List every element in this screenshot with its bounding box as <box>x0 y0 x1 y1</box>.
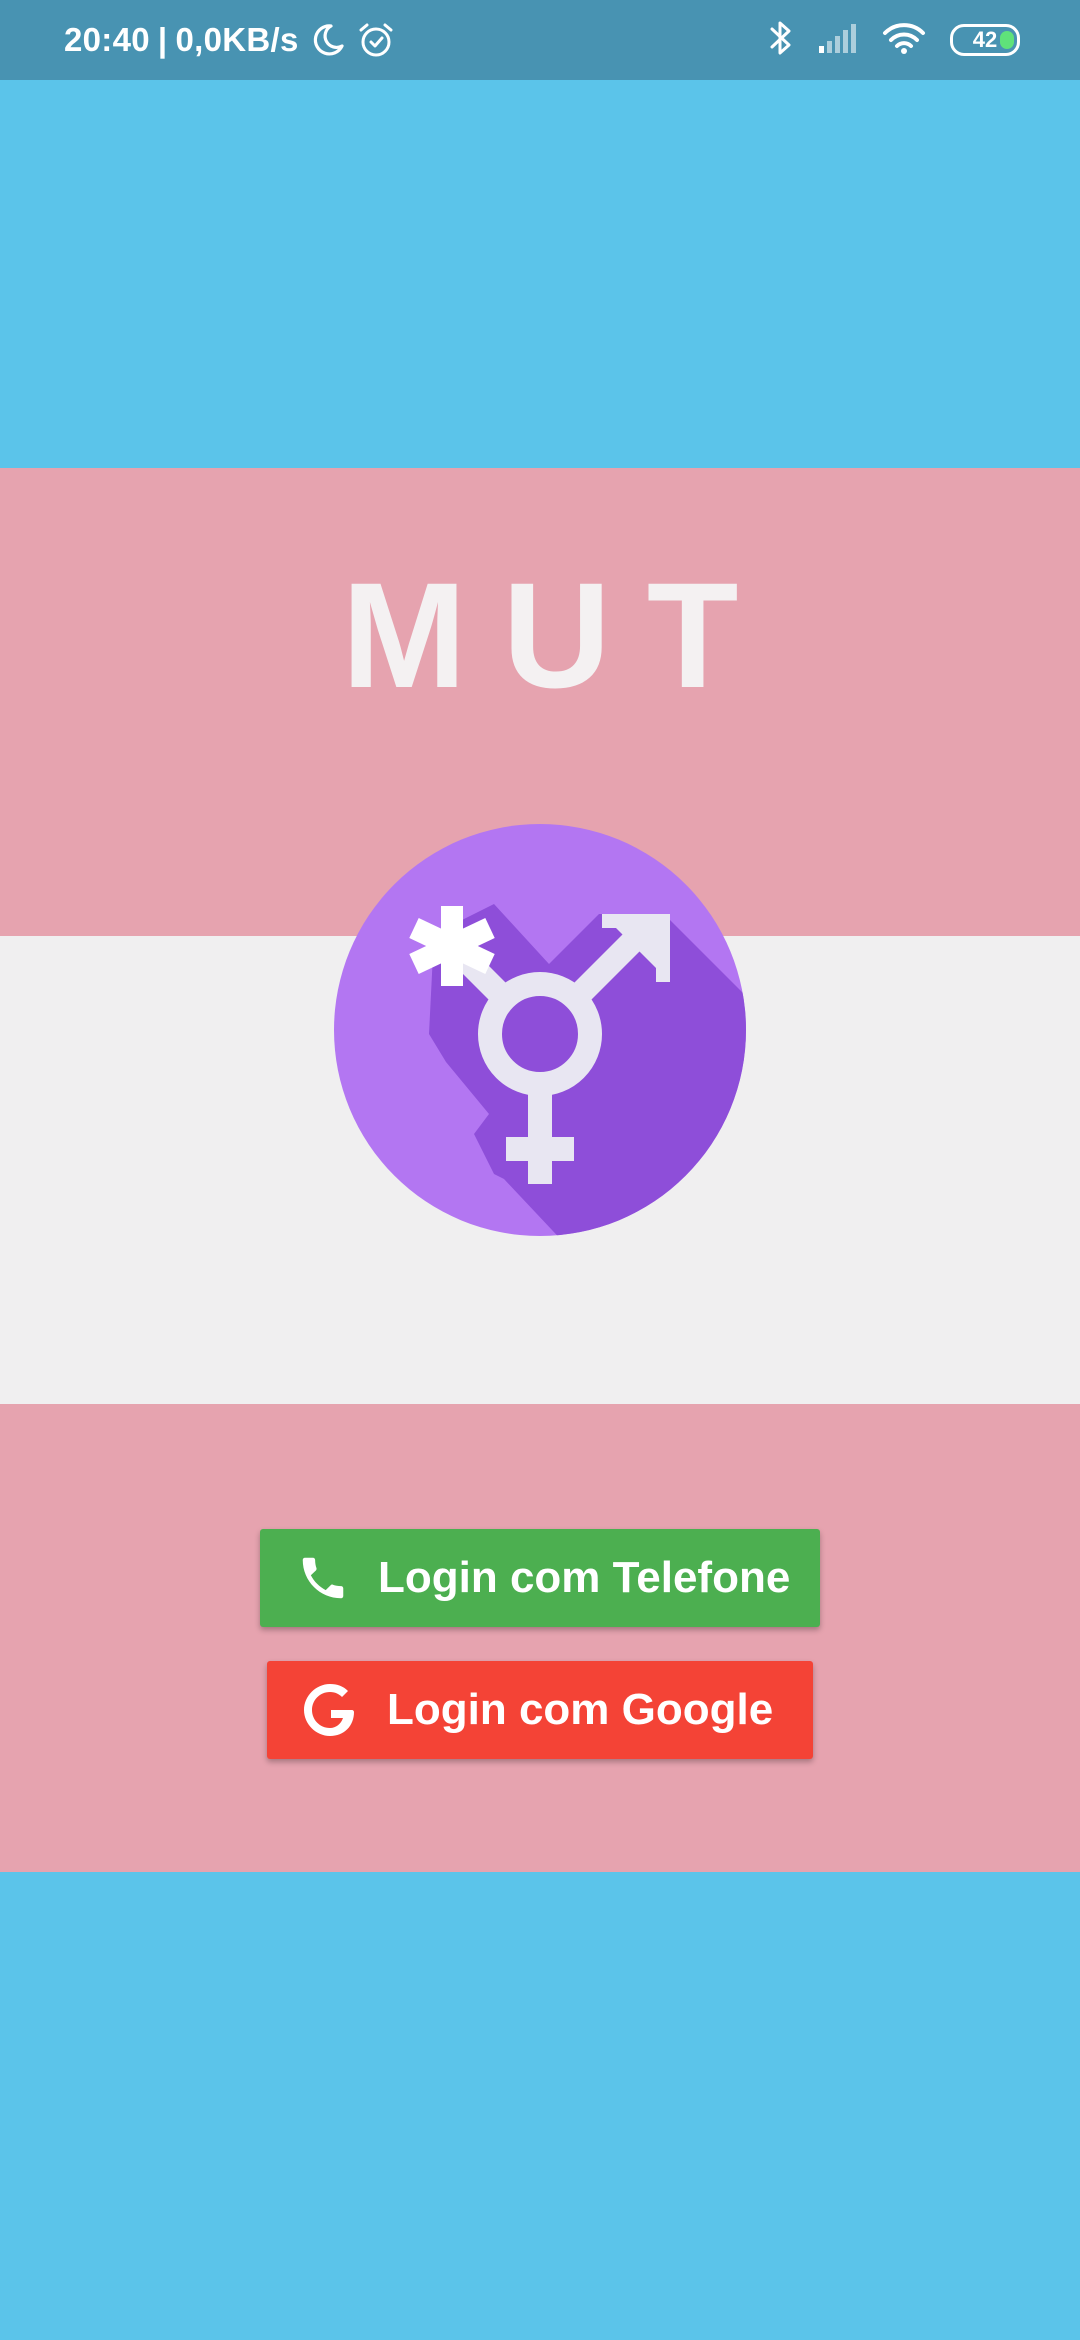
login-screen: 20:40 | 0,0KB/s 42 MUT Login com Telefon… <box>0 0 1080 2340</box>
login-phone-label: Login com Telefone <box>378 1553 791 1602</box>
status-time: 20:40 <box>64 21 150 58</box>
flag-stripe-blue-bottom <box>0 1872 1080 2340</box>
status-bar-right: 42 <box>768 0 1020 80</box>
status-bar: 20:40 | 0,0KB/s 42 <box>0 0 1080 80</box>
status-separator: | <box>157 21 168 58</box>
wifi-icon <box>882 21 926 60</box>
login-phone-button[interactable]: Login com Telefone <box>260 1529 820 1627</box>
google-g-icon <box>297 1677 363 1743</box>
status-bar-left: 20:40 | 0,0KB/s <box>64 0 395 80</box>
alarm-icon <box>357 21 395 59</box>
battery-level: 42 <box>972 27 998 52</box>
moon-icon <box>311 23 345 57</box>
network-speed: 0,0KB/s <box>175 21 299 58</box>
app-title: MUT <box>341 551 775 719</box>
battery-fill <box>1000 31 1014 49</box>
login-google-label: Login com Google <box>387 1685 774 1734</box>
bluetooth-icon <box>768 19 794 62</box>
login-google-button[interactable]: Login com Google <box>267 1661 813 1759</box>
battery-icon: 42 <box>950 24 1020 56</box>
flag-stripe-pink-bottom <box>0 1404 1080 1872</box>
transgender-symbol-icon <box>334 824 746 1236</box>
signal-icon <box>818 22 858 59</box>
phone-icon <box>296 1551 350 1605</box>
